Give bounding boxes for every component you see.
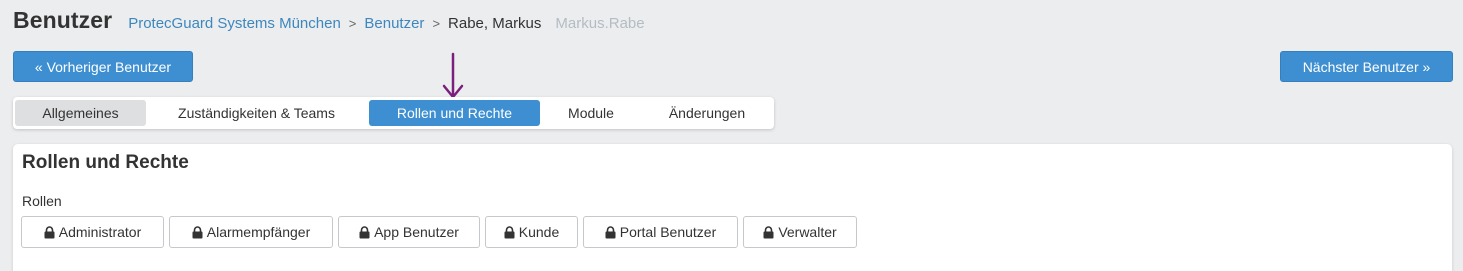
page-title: Benutzer xyxy=(13,7,113,33)
role-label: Verwalter xyxy=(778,224,837,240)
lock-icon xyxy=(504,225,515,238)
user-login-name: Markus.Rabe xyxy=(555,15,645,32)
page-header: Benutzer ProtecGuard Systems München > B… xyxy=(13,7,645,39)
lock-icon xyxy=(44,225,55,238)
roles-panel: Rollen und Rechte Rollen Administrator A… xyxy=(13,144,1452,271)
role-label: Portal Benutzer xyxy=(619,224,717,240)
role-button-verwalter[interactable]: Verwalter xyxy=(743,216,857,248)
tab-zustaendigkeiten-teams[interactable]: Zuständigkeiten & Teams xyxy=(156,100,357,126)
breadcrumb-org-link[interactable]: ProtecGuard Systems München xyxy=(128,15,341,32)
role-button-administrator[interactable]: Administrator xyxy=(21,216,164,248)
role-label: Kunde xyxy=(518,224,560,240)
lock-icon xyxy=(192,225,203,238)
tab-module[interactable]: Module xyxy=(553,100,629,126)
role-button-portal-benutzer[interactable]: Portal Benutzer xyxy=(583,216,738,248)
breadcrumb: ProtecGuard Systems München > Benutzer >… xyxy=(128,15,644,32)
lock-icon xyxy=(763,225,774,238)
arrow-down-icon xyxy=(442,52,464,99)
role-button-kunde[interactable]: Kunde xyxy=(485,216,578,248)
role-label: App Benutzer xyxy=(374,224,459,240)
tab-allgemeines[interactable]: Allgemeines xyxy=(15,100,146,126)
lock-icon xyxy=(605,225,616,238)
tab-rollen-und-rechte[interactable]: Rollen und Rechte xyxy=(369,100,540,126)
breadcrumb-current-user: Rabe, Markus xyxy=(448,15,542,32)
roles-label: Rollen xyxy=(22,193,62,209)
role-list: Administrator Alarmempfänger App Benutze… xyxy=(21,216,862,248)
chevron-right-icon: > xyxy=(348,16,357,31)
lock-icon xyxy=(359,225,370,238)
panel-title: Rollen und Rechte xyxy=(22,152,189,173)
role-button-app-benutzer[interactable]: App Benutzer xyxy=(338,216,480,248)
tab-bar: Allgemeines Zuständigkeiten & Teams Roll… xyxy=(13,97,774,129)
role-button-alarmempfaenger[interactable]: Alarmempfänger xyxy=(169,216,333,248)
tab-aenderungen[interactable]: Änderungen xyxy=(650,100,764,126)
role-label: Alarmempfänger xyxy=(206,224,311,240)
role-label: Administrator xyxy=(58,224,142,240)
previous-user-button[interactable]: « Vorheriger Benutzer xyxy=(13,51,193,82)
breadcrumb-users-link[interactable]: Benutzer xyxy=(364,15,424,32)
next-user-button[interactable]: Nächster Benutzer » xyxy=(1280,51,1453,82)
chevron-right-icon: > xyxy=(432,16,441,31)
